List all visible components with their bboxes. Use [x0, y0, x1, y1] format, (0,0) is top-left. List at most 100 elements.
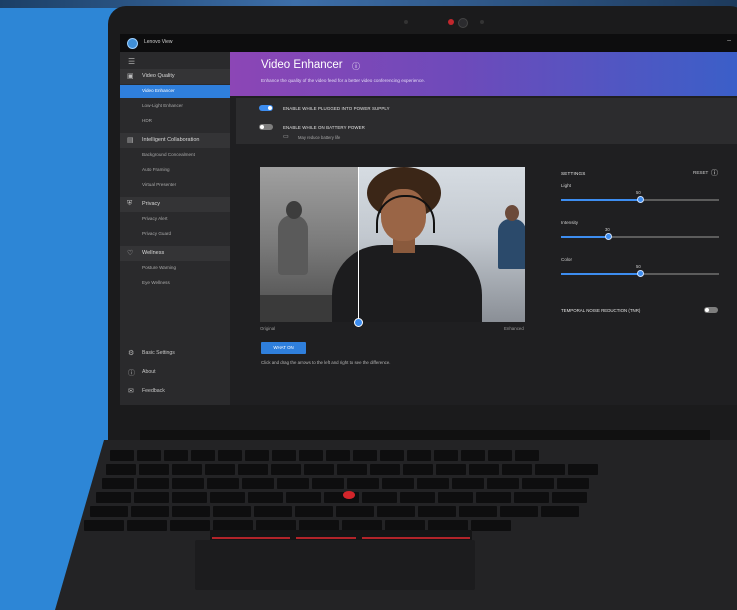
- keyboard-key[interactable]: [541, 506, 579, 517]
- intensity-slider[interactable]: [561, 233, 719, 240]
- keyboard-key[interactable]: [286, 492, 321, 503]
- slider-thumb[interactable]: [604, 233, 612, 240]
- keyboard-key[interactable]: [134, 492, 169, 503]
- keyboard-key[interactable]: [336, 506, 374, 517]
- keyboard-key[interactable]: [172, 478, 204, 489]
- keyboard-key[interactable]: [407, 450, 431, 461]
- keyboard-key[interactable]: [131, 506, 169, 517]
- keyboard-key[interactable]: [238, 464, 268, 475]
- keyboard-key[interactable]: [137, 478, 169, 489]
- keyboard-key[interactable]: [557, 478, 589, 489]
- keyboard-key[interactable]: [205, 464, 235, 475]
- keyboard-key[interactable]: [500, 506, 538, 517]
- touchpad[interactable]: [195, 540, 475, 590]
- tnr-toggle[interactable]: [704, 307, 718, 313]
- sidebar-section-video-quality[interactable]: ▣ Video Quality: [120, 69, 230, 84]
- keyboard-key[interactable]: [438, 492, 473, 503]
- keyboard-key[interactable]: [210, 492, 245, 503]
- keyboard-key[interactable]: [102, 478, 134, 489]
- keyboard-key[interactable]: [403, 464, 433, 475]
- keyboard-key[interactable]: [172, 464, 202, 475]
- keyboard-key[interactable]: [191, 450, 215, 461]
- info-icon[interactable]: ⓘ: [352, 61, 360, 72]
- keyboard-key[interactable]: [127, 520, 167, 531]
- comparison-divider[interactable]: [358, 167, 359, 322]
- trackpoint[interactable]: [343, 491, 355, 499]
- sidebar-section-wellness[interactable]: ♡ Wellness: [120, 246, 230, 261]
- menu-icon[interactable]: ☰: [128, 57, 135, 66]
- plugged-in-toggle[interactable]: [259, 105, 273, 111]
- keyboard-key[interactable]: [170, 520, 210, 531]
- keyboard-key[interactable]: [461, 450, 485, 461]
- keyboard-key[interactable]: [515, 450, 539, 461]
- slider-thumb[interactable]: [636, 196, 644, 203]
- sidebar-item-about[interactable]: ⓘ About: [120, 365, 230, 379]
- keyboard-key[interactable]: [272, 450, 296, 461]
- keyboard-key[interactable]: [353, 450, 377, 461]
- keyboard-key[interactable]: [172, 492, 207, 503]
- keyboard-key[interactable]: [377, 506, 415, 517]
- keyboard-key[interactable]: [304, 464, 334, 475]
- keyboard-key[interactable]: [362, 492, 397, 503]
- keyboard-key[interactable]: [514, 492, 549, 503]
- keyboard-key[interactable]: [400, 492, 435, 503]
- keyboard-key[interactable]: [452, 478, 484, 489]
- keyboard-key[interactable]: [568, 464, 598, 475]
- sidebar-item-video-enhancer[interactable]: Video Enhancer: [120, 85, 230, 98]
- keyboard-key[interactable]: [242, 478, 274, 489]
- sidebar-item-background-concealment[interactable]: Background Concealment: [120, 149, 230, 162]
- keyboard-key[interactable]: [245, 450, 269, 461]
- keyboard-key[interactable]: [90, 506, 128, 517]
- what-on-button[interactable]: WHAT ON: [261, 342, 306, 354]
- sidebar-item-low-light-enhancer[interactable]: Low-Light Enhancer: [120, 100, 230, 113]
- keyboard-key[interactable]: [337, 464, 367, 475]
- sidebar-item-eye-wellness[interactable]: Eye Wellness: [120, 277, 230, 290]
- keyboard-key[interactable]: [248, 492, 283, 503]
- keyboard-key[interactable]: [218, 450, 242, 461]
- minimize-button[interactable]: –: [727, 37, 731, 44]
- keyboard-key[interactable]: [139, 464, 169, 475]
- keyboard-key[interactable]: [436, 464, 466, 475]
- keyboard-key[interactable]: [502, 464, 532, 475]
- keyboard-key[interactable]: [347, 478, 379, 489]
- comparison-drag-handle[interactable]: [354, 318, 363, 327]
- keyboard-key[interactable]: [382, 478, 414, 489]
- battery-toggle[interactable]: [259, 124, 273, 130]
- sidebar-item-privacy-guard[interactable]: Privacy Guard: [120, 228, 230, 241]
- keyboard-key[interactable]: [488, 450, 512, 461]
- sidebar-section-intelligent-collaboration[interactable]: ▤ Intelligent Collaboration: [120, 133, 230, 148]
- keyboard-key[interactable]: [471, 520, 511, 531]
- keyboard-key[interactable]: [312, 478, 344, 489]
- keyboard-key[interactable]: [487, 478, 519, 489]
- keyboard-key[interactable]: [434, 450, 458, 461]
- sidebar-item-virtual-presenter[interactable]: Virtual Presenter: [120, 179, 230, 192]
- keyboard-key[interactable]: [207, 478, 239, 489]
- sidebar-item-hdr[interactable]: HDR: [120, 115, 230, 128]
- keyboard-key[interactable]: [106, 464, 136, 475]
- keyboard-key[interactable]: [459, 506, 497, 517]
- sidebar-item-posture-warning[interactable]: Posture Warning: [120, 262, 230, 275]
- keyboard-key[interactable]: [137, 450, 161, 461]
- keyboard-key[interactable]: [172, 506, 210, 517]
- keyboard-key[interactable]: [469, 464, 499, 475]
- keyboard-key[interactable]: [370, 464, 400, 475]
- slider-thumb[interactable]: [636, 270, 644, 277]
- keyboard-key[interactable]: [522, 478, 554, 489]
- light-slider[interactable]: [561, 196, 719, 203]
- keyboard-key[interactable]: [418, 506, 456, 517]
- keyboard-key[interactable]: [84, 520, 124, 531]
- keyboard-key[interactable]: [96, 492, 131, 503]
- keyboard-key[interactable]: [277, 478, 309, 489]
- sidebar-item-feedback[interactable]: ✉ Feedback: [120, 384, 230, 398]
- keyboard-key[interactable]: [535, 464, 565, 475]
- reset-button[interactable]: RESET: [693, 170, 708, 175]
- sidebar-section-privacy[interactable]: ⛨ Privacy: [120, 197, 230, 212]
- keyboard-key[interactable]: [326, 450, 350, 461]
- keyboard-key[interactable]: [380, 450, 404, 461]
- color-slider[interactable]: [561, 270, 719, 277]
- sidebar-item-basic-settings[interactable]: ⚙ Basic Settings: [120, 346, 230, 360]
- keyboard-key[interactable]: [295, 506, 333, 517]
- keyboard-key[interactable]: [552, 492, 587, 503]
- keyboard-key[interactable]: [299, 450, 323, 461]
- keyboard-key[interactable]: [254, 506, 292, 517]
